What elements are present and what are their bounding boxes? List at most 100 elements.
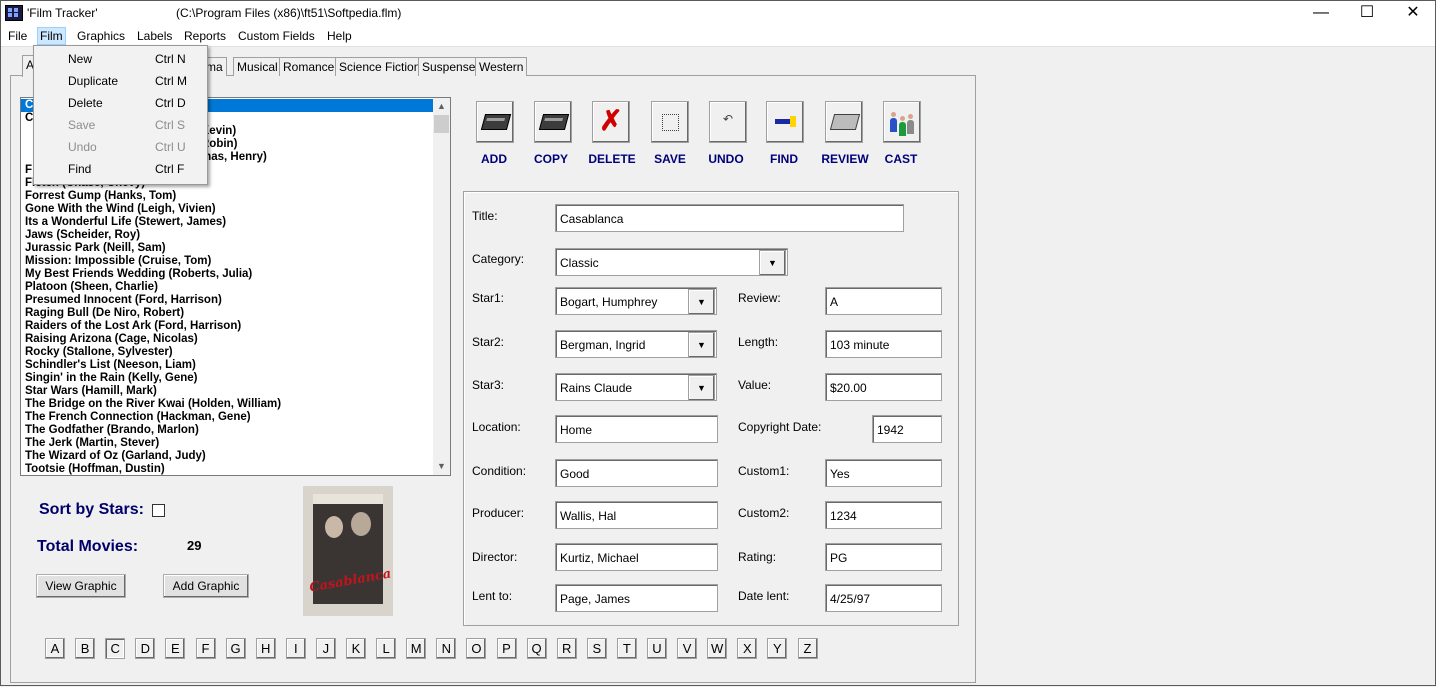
letter-button-o[interactable]: O [466, 638, 487, 659]
tab-western[interactable]: Western [475, 57, 528, 76]
letter-button-u[interactable]: U [647, 638, 667, 659]
find-button[interactable] [766, 101, 804, 143]
sort-by-stars-checkbox[interactable] [152, 504, 165, 517]
date-lent-field[interactable]: 4/25/97 [825, 584, 942, 612]
star2-combo[interactable]: Bergman, Ingrid ▼ [555, 330, 717, 358]
letter-button-l[interactable]: L [376, 638, 397, 659]
lent-to-field[interactable]: Page, James [555, 584, 718, 612]
letter-button-t[interactable]: T [616, 638, 637, 659]
list-item[interactable]: Forrest Gump (Hanks, Tom) [21, 190, 450, 203]
list-item[interactable]: Schindler's List (Neeson, Liam) [21, 359, 450, 372]
tab-suspense[interactable]: Suspense [418, 57, 480, 76]
delete-button[interactable]: ✗ [592, 101, 630, 143]
cast-button[interactable] [883, 101, 921, 143]
undo-button[interactable]: ↶ [709, 101, 747, 143]
letter-button-h[interactable]: H [255, 638, 276, 659]
list-item[interactable]: My Best Friends Wedding (Roberts, Julia) [21, 268, 450, 281]
list-item[interactable]: Gone With the Wind (Leigh, Vivien) [21, 203, 450, 216]
letter-button-x[interactable]: X [737, 638, 758, 659]
list-item[interactable]: Rocky (Stallone, Sylvester) [21, 346, 450, 359]
list-item[interactable]: Star Wars (Hamill, Mark) [21, 385, 450, 398]
copy-button[interactable] [534, 101, 572, 143]
menu-graphics[interactable]: Graphics [75, 28, 127, 44]
list-item[interactable]: Presumed Innocent (Ford, Harrison) [21, 294, 450, 307]
list-item[interactable]: Raging Bull (De Niro, Robert) [21, 307, 450, 320]
minimize-button[interactable]: — [1298, 0, 1344, 26]
menu-item-save[interactable]: Save Ctrl S [34, 114, 207, 136]
letter-button-q[interactable]: Q [526, 638, 547, 659]
list-item[interactable]: Tootsie (Hoffman, Dustin) [21, 463, 450, 475]
menu-item-duplicate[interactable]: Duplicate Ctrl M [34, 70, 207, 92]
list-item[interactable]: Raising Arizona (Cage, Nicolas) [21, 333, 450, 346]
tab-romance[interactable]: Romance [279, 57, 339, 76]
length-field[interactable]: 103 minute [825, 330, 942, 358]
letter-button-a[interactable]: A [45, 638, 65, 659]
letter-button-i[interactable]: I [285, 638, 306, 659]
menu-item-undo[interactable]: Undo Ctrl U [34, 136, 207, 158]
chevron-down-icon[interactable]: ▼ [688, 375, 715, 401]
letter-button-c[interactable]: C [105, 638, 126, 659]
list-item[interactable]: Jurassic Park (Neill, Sam) [21, 242, 450, 255]
list-item[interactable]: Singin' in the Rain (Kelly, Gene) [21, 372, 450, 385]
review-button[interactable] [825, 101, 863, 143]
list-item[interactable]: The Bridge on the River Kwai (Holden, Wi… [21, 398, 450, 411]
menu-file[interactable]: File [6, 28, 29, 44]
scroll-up-icon[interactable]: ▲ [433, 98, 450, 115]
letter-button-f[interactable]: F [195, 638, 216, 659]
save-button[interactable] [651, 101, 689, 143]
custom2-field[interactable]: 1234 [825, 501, 942, 529]
letter-button-v[interactable]: V [677, 638, 698, 659]
letter-button-y[interactable]: Y [767, 638, 788, 659]
list-item[interactable]: Its a Wonderful Life (Stewert, James) [21, 216, 450, 229]
tab-science-fiction[interactable]: Science Fiction [335, 57, 425, 76]
chevron-down-icon[interactable]: ▼ [688, 332, 715, 358]
copyright-date-field[interactable]: 1942 [872, 415, 942, 443]
letter-button-z[interactable]: Z [797, 638, 818, 659]
location-field[interactable]: Home [555, 415, 718, 443]
condition-field[interactable]: Good [555, 459, 718, 487]
letter-button-b[interactable]: B [75, 638, 96, 659]
maximize-button[interactable]: ☐ [1344, 0, 1390, 26]
letter-button-r[interactable]: R [556, 638, 577, 659]
close-button[interactable]: ✕ [1390, 0, 1436, 26]
menu-custom-fields[interactable]: Custom Fields [236, 28, 317, 44]
value-field[interactable]: $20.00 [825, 373, 942, 401]
list-scrollbar[interactable]: ▲ ▼ [433, 98, 450, 475]
scroll-down-icon[interactable]: ▼ [433, 458, 450, 475]
add-button[interactable] [476, 101, 514, 143]
list-item[interactable]: Mission: Impossible (Cruise, Tom) [21, 255, 450, 268]
review-field[interactable]: A [825, 287, 942, 315]
letter-button-w[interactable]: W [707, 638, 728, 659]
letter-button-g[interactable]: G [225, 638, 246, 659]
menu-help[interactable]: Help [325, 28, 354, 44]
view-graphic-button[interactable]: View Graphic [36, 574, 126, 598]
chevron-down-icon[interactable]: ▼ [688, 289, 715, 315]
director-field[interactable]: Kurtiz, Michael [555, 543, 718, 571]
letter-button-n[interactable]: N [436, 638, 457, 659]
menu-labels[interactable]: Labels [135, 28, 174, 44]
menu-item-delete[interactable]: Delete Ctrl D [34, 92, 207, 114]
add-graphic-button[interactable]: Add Graphic [163, 574, 249, 598]
list-item[interactable]: The Godfather (Brando, Marlon) [21, 424, 450, 437]
scroll-thumb[interactable] [434, 115, 449, 133]
title-field[interactable]: Casablanca [555, 204, 904, 232]
list-item[interactable]: Raiders of the Lost Ark (Ford, Harrison) [21, 320, 450, 333]
letter-button-s[interactable]: S [586, 638, 607, 659]
list-item[interactable]: The Wizard of Oz (Garland, Judy) [21, 450, 450, 463]
custom1-field[interactable]: Yes [825, 459, 942, 487]
letter-button-m[interactable]: M [406, 638, 427, 659]
list-item[interactable]: Platoon (Sheen, Charlie) [21, 281, 450, 294]
menu-film[interactable]: Film [37, 27, 66, 45]
letter-button-k[interactable]: K [346, 638, 366, 659]
letter-button-j[interactable]: J [315, 638, 336, 659]
menu-reports[interactable]: Reports [182, 28, 228, 44]
letter-button-p[interactable]: P [496, 638, 517, 659]
menu-item-new[interactable]: New Ctrl N [34, 48, 207, 70]
chevron-down-icon[interactable]: ▼ [759, 250, 786, 276]
list-item[interactable]: Jaws (Scheider, Roy) [21, 229, 450, 242]
list-item[interactable]: The Jerk (Martin, Stever) [21, 437, 450, 450]
star1-combo[interactable]: Bogart, Humphrey ▼ [555, 287, 717, 315]
list-item[interactable]: The French Connection (Hackman, Gene) [21, 411, 450, 424]
rating-field[interactable]: PG [825, 543, 942, 571]
tab-musical[interactable]: Musical [233, 57, 282, 76]
